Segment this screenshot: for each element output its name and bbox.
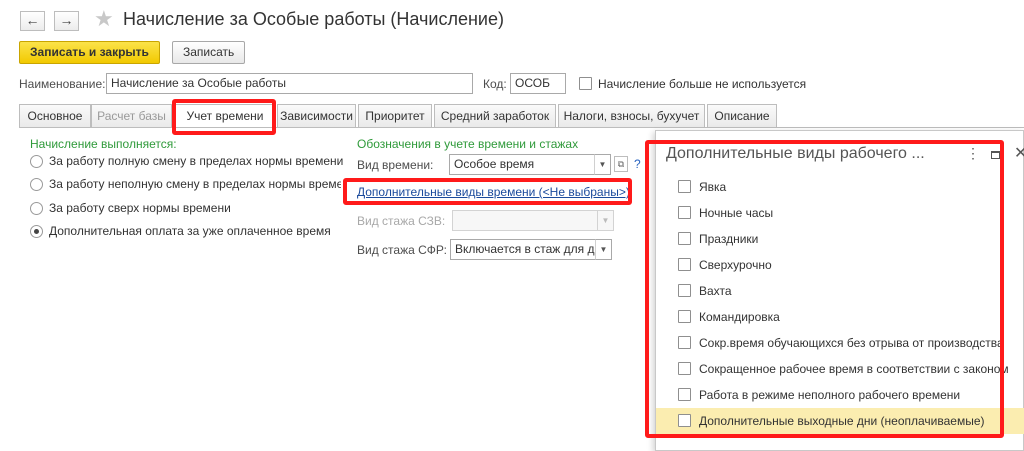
radio-additional-payment[interactable] <box>30 225 43 238</box>
radio-full-shift[interactable] <box>30 155 43 168</box>
radio-full-shift-label: За работу полную смену в пределах нормы … <box>49 154 344 168</box>
list-item[interactable]: Ночные часы <box>656 200 1024 226</box>
tab-time-accounting[interactable]: Учет времени <box>175 104 275 129</box>
additional-time-types-link[interactable]: Дополнительные виды времени (<Не выбраны… <box>357 185 630 199</box>
radio-partial-shift-label: За работу неполную смену в пределах норм… <box>49 177 341 191</box>
tab-taxes[interactable]: Налоги, взносы, бухучет <box>558 104 705 128</box>
list-item[interactable]: Сокращенное рабочее время в соответствии… <box>656 356 1024 382</box>
sfr-label: Вид стажа СФР: <box>357 243 447 257</box>
tab-dependencies[interactable]: Зависимости <box>277 104 356 128</box>
unused-checkbox[interactable] <box>579 77 592 90</box>
name-label: Наименование: <box>19 77 106 91</box>
item-checkbox[interactable] <box>678 388 691 401</box>
close-icon[interactable]: ✕ <box>1014 143 1024 163</box>
forward-button[interactable]: → <box>54 11 79 31</box>
code-label: Код: <box>483 77 507 91</box>
tab-bar: Основное Расчет базы Учет времени Зависи… <box>19 104 779 129</box>
popup-title: Дополнительные виды рабочего ... <box>666 145 925 162</box>
tab-priority[interactable]: Приоритет <box>358 104 432 128</box>
time-type-field[interactable]: Особое время <box>449 154 595 175</box>
name-field[interactable]: Начисление за Особые работы <box>106 73 473 94</box>
radio-partial-shift[interactable] <box>30 178 43 191</box>
item-checkbox[interactable] <box>678 414 691 427</box>
item-checkbox[interactable] <box>678 258 691 271</box>
tab-base-calc[interactable]: Расчет базы <box>91 104 172 128</box>
time-type-label: Вид времени: <box>357 158 434 172</box>
list-item[interactable]: Командировка <box>656 304 1024 330</box>
accrual-section-title: Начисление выполняется: <box>30 137 177 151</box>
star-icon[interactable]: ★ <box>94 6 114 32</box>
tab-main[interactable]: Основное <box>19 104 91 128</box>
item-checkbox[interactable] <box>678 362 691 375</box>
list-item[interactable]: Явка <box>656 174 1024 200</box>
radio-overtime-label: За работу сверх нормы времени <box>49 201 231 215</box>
designations-section-title: Обозначения в учете времени и стажах <box>357 137 579 151</box>
list-item[interactable]: Праздники <box>656 226 1024 252</box>
list-item[interactable]: Сокр.время обучающихся без отрыва от про… <box>656 330 1024 356</box>
help-icon[interactable]: ? <box>634 157 641 171</box>
save-and-close-button[interactable]: Записать и закрыть <box>19 41 160 64</box>
radio-overtime[interactable] <box>30 202 43 215</box>
tab-average-earnings[interactable]: Средний заработок <box>434 104 556 128</box>
item-checkbox[interactable] <box>678 336 691 349</box>
item-checkbox[interactable] <box>678 232 691 245</box>
save-button[interactable]: Записать <box>172 41 246 64</box>
chevron-down-icon[interactable]: ▼ <box>594 154 611 175</box>
tab-description[interactable]: Описание <box>707 104 777 128</box>
more-menu-icon[interactable]: ⋮ <box>966 145 980 162</box>
tab-divider <box>19 127 1024 128</box>
szv-label: Вид стажа СЗВ: <box>357 214 446 228</box>
sfr-field[interactable]: Включается в стаж для д <box>450 239 596 260</box>
maximize-icon[interactable] <box>991 151 1000 159</box>
back-button[interactable]: ← <box>20 11 45 31</box>
chevron-down-icon: ▼ <box>597 210 614 231</box>
additional-time-types-popup: Дополнительные виды рабочего ... ⋮ ✕ Явк… <box>655 130 1024 451</box>
open-item-icon[interactable]: ⧉ <box>614 156 628 172</box>
item-checkbox[interactable] <box>678 310 691 323</box>
list-item-highlighted[interactable]: Дополнительные выходные дни (неоплачивае… <box>656 408 1024 434</box>
unused-label: Начисление больше не используется <box>598 77 807 91</box>
item-checkbox[interactable] <box>678 284 691 297</box>
code-field[interactable]: ОСОБ <box>510 73 566 94</box>
list-item[interactable]: Сверхурочно <box>656 252 1024 278</box>
szv-field <box>452 210 598 231</box>
chevron-down-icon[interactable]: ▼ <box>595 239 612 260</box>
list-item[interactable]: Вахта <box>656 278 1024 304</box>
window-title: Начисление за Особые работы (Начисление) <box>123 9 504 29</box>
radio-additional-payment-label: Дополнительная оплата за уже оплаченное … <box>49 224 331 238</box>
item-checkbox[interactable] <box>678 180 691 193</box>
arrow-left-icon: ← <box>25 12 40 28</box>
list-item[interactable]: Работа в режиме неполного рабочего време… <box>656 382 1024 408</box>
item-checkbox[interactable] <box>678 206 691 219</box>
arrow-right-icon: → <box>59 12 74 28</box>
